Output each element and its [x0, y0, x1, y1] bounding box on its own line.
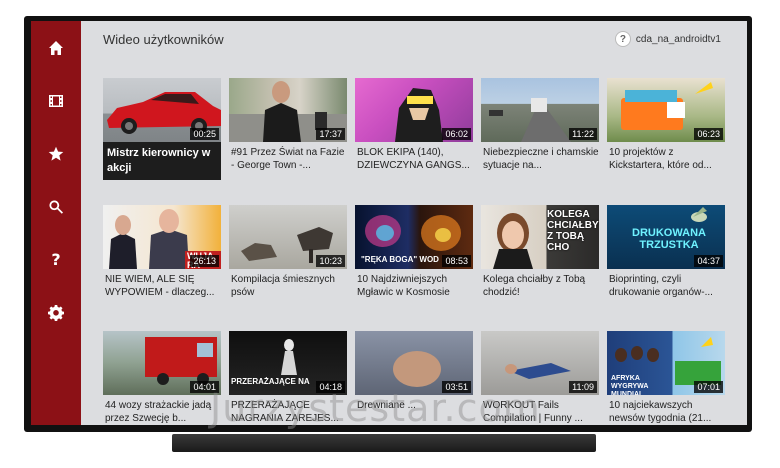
account-badge[interactable]: ? cda_na_androidtv1	[614, 31, 721, 47]
video-duration: 06:02	[442, 128, 471, 140]
video-title: 10 projektów z Kickstartera, które od...	[609, 147, 712, 171]
video-card[interactable]: WUJA RA 26:13 NIE WIEM, ALE SIĘ WYPOWIEM…	[103, 205, 221, 301]
video-title: Mistrz kierownicy w akcji	[103, 142, 221, 180]
video-title: Kompilacja śmiesznych psów	[231, 274, 335, 298]
video-card[interactable]: DRUKOWANA TRZUSTKA 04:37 Bioprinting, cz…	[607, 205, 725, 301]
video-card[interactable]: 17:37 #91 Przez Świat na Fazie - George …	[229, 78, 347, 174]
tv-stand	[172, 434, 596, 452]
thumbnail-overlay-text: KOLEGA CHCIAŁBY Z TOBĄ CHO	[547, 209, 599, 253]
home-icon	[49, 40, 63, 55]
video-duration: 10:23	[316, 255, 345, 267]
video-thumbnail: 00:25	[103, 78, 221, 142]
video-duration: 07:01	[694, 381, 723, 393]
video-thumbnail: AFRYKA WYGRYWA MUNDIAL 07:01	[607, 331, 725, 395]
sidebar-item-help[interactable]: ?	[31, 233, 81, 286]
video-card[interactable]: 10:23 Kompilacja śmiesznych psów	[229, 205, 347, 301]
thumbnail-overlay-text: AFRYKA WYGRYWA MUNDIAL	[611, 375, 649, 395]
video-card[interactable]: 04:01 44 wozy strażackie jadą przez Szwe…	[103, 331, 221, 425]
video-card[interactable]: KOLEGA CHCIAŁBY Z TOBĄ CHO Kolega chciał…	[481, 205, 599, 301]
page-title: Wideo użytkowników	[103, 32, 224, 47]
video-title: NIE WIEM, ALE SIĘ WYPOWIEM - dlaczeg...	[105, 274, 215, 298]
video-thumbnail: 11:22	[481, 78, 599, 142]
thumbnail-overlay-text: PRZERAŻAJĄCE NA	[231, 377, 310, 386]
video-duration: 11:22	[569, 128, 597, 140]
account-name: cda_na_androidtv1	[635, 33, 721, 45]
video-duration: 26:13	[190, 255, 219, 267]
help-icon: ?	[51, 250, 61, 269]
video-duration: 00:25	[190, 128, 219, 140]
video-thumbnail: "RĘKA BOGA" WOD 08:53	[355, 205, 473, 269]
sidebar-item-settings[interactable]	[31, 286, 81, 339]
video-title: Kolega chciałby z Tobą chodzić!	[483, 274, 586, 298]
video-title: Niebezpieczne i chamskie sytuacje na...	[483, 147, 599, 171]
video-title: BLOK EKIPA (140), DZIEWCZYNA GANGS...	[357, 147, 470, 171]
thumbnail-overlay-text: DRUKOWANA TRZUSTKA	[632, 227, 706, 251]
gear-icon	[48, 304, 64, 321]
sidebar-item-search[interactable]	[31, 180, 81, 233]
video-thumbnail: KOLEGA CHCIAŁBY Z TOBĄ CHO	[481, 205, 599, 269]
video-card[interactable]: 06:23 10 projektów z Kickstartera, które…	[607, 78, 725, 174]
film-icon	[49, 94, 63, 107]
video-title: #91 Przez Świat na Fazie - George Town -…	[231, 147, 345, 171]
video-duration: 04:37	[694, 255, 723, 267]
video-thumbnail: 17:37	[229, 78, 347, 142]
watermark: Jurzystestar.com	[210, 386, 541, 430]
video-duration: 08:53	[442, 255, 471, 267]
search-icon	[49, 199, 63, 214]
sidebar-item-favorites[interactable]	[31, 127, 81, 180]
thumbnail-overlay-text: "RĘKA BOGA" WOD	[361, 255, 439, 264]
video-thumbnail: 06:02	[355, 78, 473, 142]
star-icon	[48, 146, 64, 161]
video-title: 10 Najdziwniejszych Mgławic w Kosmosie	[357, 274, 450, 298]
video-thumbnail: DRUKOWANA TRZUSTKA 04:37	[607, 205, 725, 269]
video-duration: 17:37	[316, 128, 345, 140]
video-title: 10 najciekawszych newsów tygodnia (21...	[609, 400, 712, 424]
video-thumbnail: 10:23	[229, 205, 347, 269]
video-thumbnail: 04:01	[103, 331, 221, 395]
video-thumbnail: 06:23	[607, 78, 725, 142]
sidebar-item-home[interactable]	[31, 21, 81, 74]
video-duration: 06:23	[694, 128, 723, 140]
video-thumbnail: WUJA RA 26:13	[103, 205, 221, 269]
video-title: Bioprinting, czyli drukowanie organów-..…	[609, 274, 713, 298]
video-duration: 11:09	[569, 381, 597, 393]
video-title: 44 wozy strażackie jadą przez Szwecję b.…	[105, 400, 212, 424]
video-card[interactable]: 06:02 BLOK EKIPA (140), DZIEWCZYNA GANGS…	[355, 78, 473, 174]
sidebar: ?	[31, 21, 81, 425]
sidebar-item-videos[interactable]	[31, 74, 81, 127]
tv-screen: ? Wideo użytkowników ? cda_na_androidtv1…	[31, 21, 747, 425]
video-card[interactable]: "RĘKA BOGA" WOD 08:53 10 Najdziwniejszyc…	[355, 205, 473, 301]
video-card[interactable]: 11:22 Niebezpieczne i chamskie sytuacje …	[481, 78, 599, 174]
account-avatar-icon: ?	[614, 31, 631, 47]
video-card[interactable]: 00:25 Mistrz kierownicy w akcji	[103, 78, 221, 180]
video-card[interactable]: AFRYKA WYGRYWA MUNDIAL 07:01 10 najcieka…	[607, 331, 725, 425]
